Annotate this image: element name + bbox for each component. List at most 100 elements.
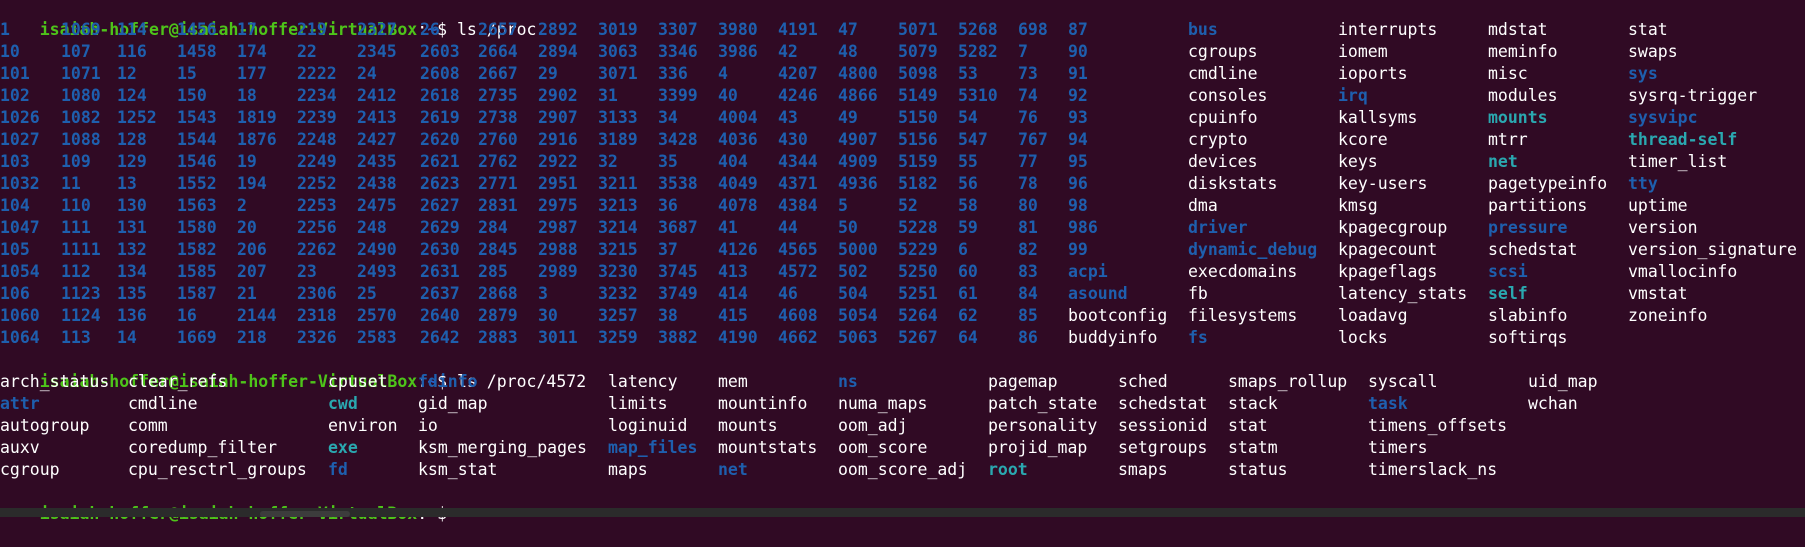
directory-entry: 30 xyxy=(538,306,558,325)
directory-entry: 59 xyxy=(958,218,978,237)
directory-entry: 3399 xyxy=(658,86,698,105)
file-entry: pagetypeinfo xyxy=(1488,174,1608,193)
directory-entry: 49 xyxy=(838,108,858,127)
directory-entry: 40 xyxy=(718,86,738,105)
directory-entry: 206 xyxy=(237,240,267,259)
prompt-line[interactable]: isaiah-hoffer@isaiah-hoffer-VirtualBox:~… xyxy=(0,481,1805,523)
directory-entry: 62 xyxy=(958,306,978,325)
directory-entry: 38 xyxy=(658,306,678,325)
file-entry: timers xyxy=(1368,438,1428,457)
symlink-entry: cwd xyxy=(328,394,358,413)
directory-entry: 2771 xyxy=(478,174,518,193)
directory-entry: 2664 xyxy=(478,42,518,61)
directory-entry: 4572 xyxy=(778,262,818,281)
directory-entry: 3071 xyxy=(598,64,638,83)
file-entry: oom_score_adj xyxy=(838,460,968,479)
directory-entry: 415 xyxy=(718,306,748,325)
file-entry: swaps xyxy=(1628,42,1678,61)
directory-entry: 5229 xyxy=(898,240,938,259)
directory-entry: 42 xyxy=(778,42,798,61)
horizontal-scrollbar[interactable] xyxy=(260,511,350,517)
directory-entry: 61 xyxy=(958,284,978,303)
directory-entry: 2222 xyxy=(297,64,337,83)
directory-entry: 24 xyxy=(357,64,377,83)
directory-entry: 5098 xyxy=(898,64,938,83)
file-entry: numa_maps xyxy=(838,394,928,413)
file-entry: slabinfo xyxy=(1488,306,1568,325)
directory-entry: 2735 xyxy=(478,86,518,105)
file-entry: modules xyxy=(1488,86,1558,105)
directory-entry: 4907 xyxy=(838,130,878,149)
listing-row: autogroup comm environ io loginuid mounts oom_… xyxy=(0,415,1805,437)
directory-entry: 1064 xyxy=(0,328,40,347)
listing-row: attr cmdline cwd gid_map limits mountinfo numa… xyxy=(0,393,1805,415)
file-entry: locks xyxy=(1338,328,1388,347)
directory-entry: 14 xyxy=(117,328,137,347)
listing-row: 1026 1082 1252 1543 1819 2239 2413 2619 2738 2907… xyxy=(0,107,1805,129)
prompt-line: isaiah-hoffer@isaiah-hoffer-VirtualBox:~… xyxy=(0,0,1805,39)
directory-entry: 5000 xyxy=(838,240,878,259)
directory-entry: 93 xyxy=(1068,108,1088,127)
directory-entry: 1123 xyxy=(61,284,101,303)
file-entry: keys xyxy=(1338,152,1378,171)
directory-entry: asound xyxy=(1068,284,1128,303)
directory-entry: 1054 xyxy=(0,262,40,281)
directory-entry: 116 xyxy=(117,42,147,61)
directory-entry: 4207 xyxy=(778,64,818,83)
directory-entry: 2475 xyxy=(357,196,397,215)
directory-entry: 2631 xyxy=(420,262,460,281)
directory-entry: 10 xyxy=(0,42,20,61)
directory-entry: 5159 xyxy=(898,152,938,171)
file-entry: cgroups xyxy=(1188,42,1258,61)
directory-entry: 2883 xyxy=(478,328,518,347)
directory-entry: 4344 xyxy=(778,152,818,171)
directory-entry: 5 xyxy=(838,196,848,215)
directory-entry: 84 xyxy=(1018,284,1038,303)
directory-entry: 112 xyxy=(61,262,91,281)
directory-entry: 2412 xyxy=(357,86,397,105)
directory-entry: 3749 xyxy=(658,284,698,303)
directory-entry: 2987 xyxy=(538,218,578,237)
directory-entry: 284 xyxy=(478,218,508,237)
directory-entry: 1582 xyxy=(177,240,217,259)
file-entry: timer_list xyxy=(1628,152,1728,171)
file-entry: consoles xyxy=(1188,86,1268,105)
directory-entry: 2892 xyxy=(538,20,578,39)
directory-entry: 174 xyxy=(237,42,267,61)
terminal-window[interactable]: isaiah-hoffer@isaiah-hoffer-VirtualBox:~… xyxy=(0,0,1805,523)
file-entry: cmdline xyxy=(1188,64,1258,83)
file-entry: schedstat xyxy=(1488,240,1578,259)
file-entry: io xyxy=(418,416,438,435)
directory-entry: 2318 xyxy=(297,306,337,325)
directory-entry: 2413 xyxy=(357,108,397,127)
directory-entry: 12 xyxy=(117,64,137,83)
directory-entry: 5250 xyxy=(898,262,938,281)
directory-entry: 698 xyxy=(1018,20,1048,39)
directory-entry: 2570 xyxy=(357,306,397,325)
directory-entry: 2627 xyxy=(420,196,460,215)
directory-entry: 2619 xyxy=(420,108,460,127)
listing-row: 1032 11 13 1552 194 2252 2438 2623 2771 2951 3211 3… xyxy=(0,173,1805,195)
directory-entry: dynamic_debug xyxy=(1188,240,1318,259)
directory-entry: 4246 xyxy=(778,86,818,105)
directory-entry: 5150 xyxy=(898,108,938,127)
file-entry: sched xyxy=(1118,372,1168,391)
directory-entry: 114 xyxy=(117,20,147,39)
directory-entry: 7 xyxy=(1018,42,1028,61)
file-entry: fb xyxy=(1188,284,1208,303)
directory-entry: 1876 xyxy=(237,130,277,149)
listing-row: 1054 112 134 1585 207 23 2493 2631 285 2989 3230 37… xyxy=(0,261,1805,283)
directory-entry: 1080 xyxy=(61,86,101,105)
directory-entry: 3538 xyxy=(658,174,698,193)
directory-entry: 91 xyxy=(1068,64,1088,83)
directory-entry: 3189 xyxy=(598,130,638,149)
directory-entry: 2438 xyxy=(357,174,397,193)
directory-entry: 111 xyxy=(61,218,91,237)
directory-entry: 2239 xyxy=(297,108,337,127)
directory-entry: 2922 xyxy=(538,152,578,171)
file-entry: cpuset xyxy=(328,372,388,391)
file-entry: uptime xyxy=(1628,196,1688,215)
directory-entry: 2975 xyxy=(538,196,578,215)
symlink-entry: root xyxy=(988,460,1028,479)
directory-entry: 1819 xyxy=(237,108,277,127)
